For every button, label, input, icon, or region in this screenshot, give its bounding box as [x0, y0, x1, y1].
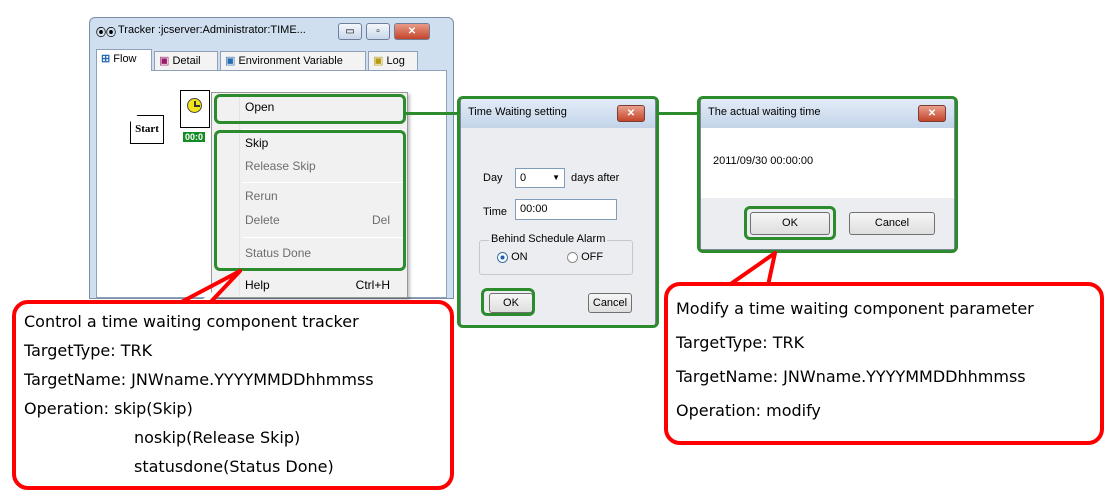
tab-flow-label: Flow [113, 53, 137, 65]
tab-flow[interactable]: ⊞ Flow [96, 49, 152, 71]
callout-left: Control a time waiting component tracker… [12, 300, 454, 490]
callout-left-line: noskip(Release Skip) [134, 428, 301, 447]
callout-left-line: TargetType: TRK [24, 341, 153, 360]
callout-left-line: statusdone(Status Done) [134, 457, 334, 476]
callout-right-line: TargetType: TRK [676, 333, 805, 352]
flow-icon: ⊞ [101, 53, 111, 65]
callout-right-line: TargetName: JNWname.YYYYMMDDhhmmss [676, 367, 1026, 386]
callout-right: Modify a time waiting component paramete… [664, 282, 1104, 445]
callout-right-line: Modify a time waiting component paramete… [676, 299, 1034, 318]
callout-right-line: Operation: modify [676, 401, 821, 420]
callout-left-line: Control a time waiting component tracker [24, 312, 359, 331]
callout-left-line: TargetName: JNWname.YYYYMMDDhhmmss [24, 370, 374, 389]
callout-left-line: Operation: skip(Skip) [24, 399, 193, 418]
